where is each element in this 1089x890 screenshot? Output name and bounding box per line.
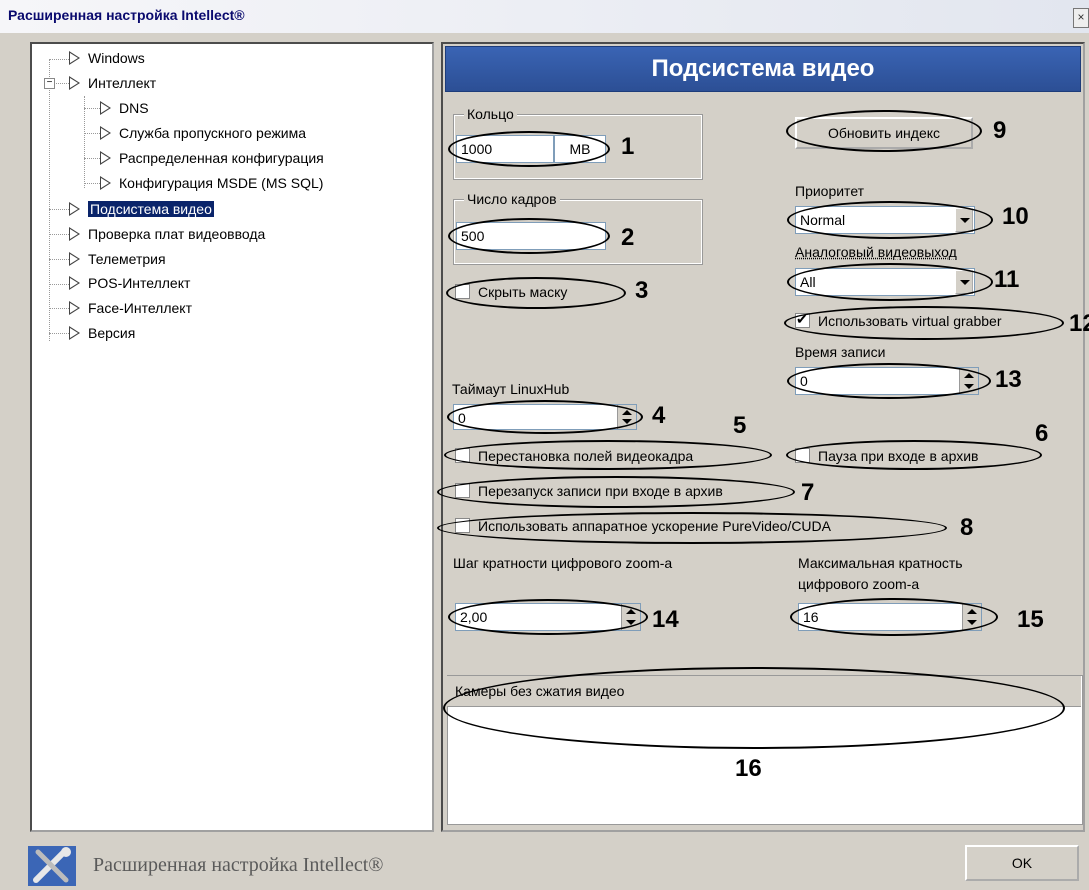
chevron-down-icon[interactable] (955, 208, 973, 232)
virtual-grabber-checkbox[interactable]: Использовать virtual grabber (795, 311, 1001, 329)
chevron-down-icon[interactable] (955, 270, 973, 294)
tools-logo-icon (28, 846, 76, 886)
tree-item-msde-config[interactable]: Конфигурация MSDE (MS SQL) (100, 175, 323, 191)
tree-item-version[interactable]: Версия (69, 325, 135, 341)
annotation-13: 13 (995, 366, 1022, 393)
bottom-bar: Расширенная настройка Intellect® OK (0, 840, 1089, 890)
frames-input[interactable]: 500 (456, 222, 606, 250)
annotation-12: 12 (1069, 310, 1089, 337)
priority-select[interactable]: Normal (795, 206, 975, 234)
tree-item-capture-boards-check[interactable]: Проверка плат видеоввода (69, 226, 265, 242)
collapse-icon[interactable]: − (44, 78, 55, 89)
close-button[interactable]: × (1073, 8, 1089, 28)
checkbox-icon[interactable] (455, 448, 470, 463)
tree-item-windows[interactable]: Windows (69, 50, 145, 66)
tree-item-access-control[interactable]: Служба пропускного режима (100, 125, 306, 141)
spinner-icon[interactable] (621, 604, 640, 630)
node-icon (69, 326, 80, 340)
annotation-11: 11 (994, 266, 1020, 293)
node-icon (100, 151, 111, 165)
node-icon (69, 252, 80, 266)
tree-item-face-intellect[interactable]: Face-Интеллект (69, 300, 192, 316)
annotation-7: 7 (801, 479, 815, 506)
tree-item-dns[interactable]: DNS (100, 100, 149, 116)
zoom-max-input[interactable]: 16 (798, 603, 982, 631)
node-icon (69, 301, 80, 315)
ring-unit: MB (554, 135, 606, 163)
node-icon (100, 126, 111, 140)
annotation-6: 6 (1035, 420, 1049, 447)
node-icon (69, 202, 80, 216)
tree-item-telemetry[interactable]: Телеметрия (69, 251, 166, 267)
spinner-icon[interactable] (617, 405, 636, 429)
swap-fields-checkbox[interactable]: Перестановка полей видеокадра (455, 448, 693, 464)
title-bar: Расширенная настройка Intellect® × (0, 0, 1089, 33)
analog-out-label: Аналоговый видеовыход (795, 244, 957, 260)
annotation-2: 2 (621, 224, 635, 251)
annotation-10: 10 (1002, 203, 1029, 230)
ring-size-input[interactable]: 1000 (456, 135, 554, 163)
checkbox-checked-icon[interactable] (795, 311, 810, 328)
refresh-index-button[interactable]: Обновить индекс (795, 117, 973, 149)
tree-item-pos-intellect[interactable]: POS-Интеллект (69, 275, 190, 291)
zoom-step-input[interactable]: 2,00 (455, 603, 641, 631)
panel-header: Подсистема видео (445, 46, 1081, 92)
zoom-step-label: Шаг кратности цифрового zoom-а (453, 555, 673, 571)
hide-mask-checkbox[interactable]: Скрыть маску (455, 284, 567, 300)
ok-button[interactable]: OK (965, 845, 1079, 881)
annotation-4: 4 (652, 402, 666, 429)
pause-archive-checkbox[interactable]: Пауза при входе в архив (795, 448, 978, 464)
node-icon (100, 101, 111, 115)
spinner-icon[interactable] (962, 604, 981, 630)
node-icon (69, 227, 80, 241)
footer-app-name: Расширенная настройка Intellect® (93, 854, 384, 876)
priority-label: Приоритет (795, 183, 865, 199)
panel-title: Подсистема видео (651, 55, 875, 82)
settings-tree[interactable]: − Windows Интеллект DNS Служба пропускно… (30, 42, 434, 832)
node-icon (69, 51, 80, 65)
annotation-15: 15 (1017, 606, 1044, 633)
list-header[interactable]: Камеры без сжатия видео (447, 676, 1081, 707)
tree-item-video-subsystem[interactable]: Подсистема видео (69, 201, 214, 217)
checkbox-icon[interactable] (455, 284, 470, 299)
annotation-9: 9 (993, 117, 1007, 144)
list-header-label: Камеры без сжатия видео (455, 683, 625, 699)
zoom-max-label-line2: цифрового zoom-а (798, 576, 920, 592)
restart-record-checkbox[interactable]: Перезапуск записи при входе в архив (455, 483, 723, 499)
analog-out-select[interactable]: All (795, 268, 975, 296)
record-time-input[interactable]: 0 (795, 367, 979, 395)
annotation-3: 3 (635, 277, 649, 304)
window-title: Расширенная настройка Intellect® (8, 7, 245, 23)
annotation-8: 8 (960, 514, 974, 541)
tree-item-distributed-config[interactable]: Распределенная конфигурация (100, 150, 324, 166)
annotation-14: 14 (652, 606, 679, 633)
node-icon (69, 76, 80, 90)
tree-item-intellect[interactable]: Интеллект (69, 75, 156, 91)
annotation-16: 16 (735, 755, 762, 782)
record-time-label: Время записи (795, 344, 886, 360)
frames-group-label: Число кадров (464, 191, 560, 207)
node-icon (100, 176, 111, 190)
hw-accel-checkbox[interactable]: Использовать аппаратное ускорение PureVi… (455, 518, 831, 534)
linuxhub-input[interactable]: 0 (453, 404, 637, 430)
annotation-1: 1 (621, 133, 635, 160)
zoom-max-label-line1: Максимальная кратность (798, 555, 963, 571)
ring-group-label: Кольцо (464, 106, 517, 122)
annotation-5: 5 (733, 412, 747, 439)
node-icon (69, 276, 80, 290)
checkbox-icon[interactable] (795, 448, 810, 463)
checkbox-icon[interactable] (455, 518, 470, 533)
linuxhub-label: Таймаут LinuxHub (452, 381, 570, 397)
checkbox-icon[interactable] (455, 483, 470, 498)
spinner-icon[interactable] (959, 368, 978, 394)
